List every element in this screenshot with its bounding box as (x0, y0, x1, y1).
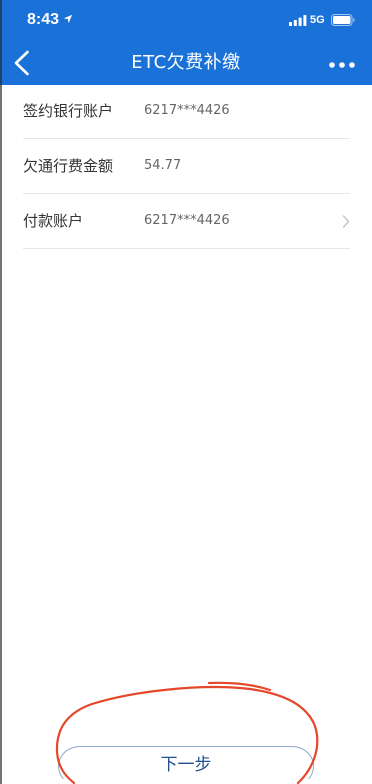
row-value: 6217***4426 (144, 103, 230, 118)
row-value: 54.77 (144, 158, 182, 173)
payment-info-list: 签约银行账户 6217***4426 欠通行费金额 54.77 付款账户 621… (0, 84, 372, 249)
next-step-button[interactable]: 下一步 (58, 746, 314, 784)
chevron-right-icon (342, 215, 350, 228)
row-label: 付款账户 (23, 212, 84, 230)
page-title: ETC欠费补缴 (131, 52, 241, 73)
row-label: 欠通行费金额 (23, 157, 114, 175)
list-item-payment-account[interactable]: 付款账户 6217***4426 (23, 194, 350, 249)
row-label: 签约银行账户 (23, 102, 114, 120)
list-item-toll-amount-owed: 欠通行费金额 54.77 (23, 139, 350, 194)
signal-bars-icon (289, 15, 307, 26)
row-value: 6217***4426 (144, 213, 230, 228)
app-header: 8:43 5G ETC欠费补缴 (0, 0, 372, 85)
back-button[interactable] (10, 49, 38, 77)
more-dots-icon (329, 62, 355, 68)
nav-bar: ETC欠费补缴 (0, 42, 372, 85)
list-item-signed-bank-account: 签约银行账户 6217***4426 (23, 84, 350, 139)
status-time: 8:43 (27, 11, 60, 28)
location-arrow-icon (63, 14, 73, 24)
status-bar: 8:43 5G (0, 0, 372, 42)
more-button[interactable] (327, 57, 357, 71)
battery-icon (331, 14, 355, 26)
network-type: 5G (310, 14, 325, 26)
screen-left-edge (0, 0, 2, 784)
chevron-left-icon (14, 50, 29, 76)
